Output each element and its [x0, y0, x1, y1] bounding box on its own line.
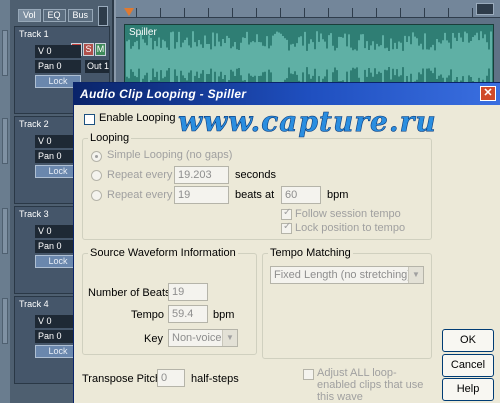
tempo-matching-select[interactable]: Fixed Length (no stretching) ▼: [270, 266, 424, 284]
ruler-tick: [256, 8, 257, 18]
dialog-titlebar[interactable]: Audio Clip Looping - Spiller ✕: [74, 83, 500, 105]
simple-looping-label: Simple Looping (no gaps): [107, 149, 233, 161]
ruler-tick: [280, 8, 281, 18]
clip-name: Spiller: [129, 27, 157, 38]
track-name: Track 2: [19, 119, 49, 129]
tab-bus[interactable]: Bus: [67, 9, 94, 22]
transpose-input[interactable]: 0: [157, 369, 185, 387]
waveform: [126, 31, 492, 87]
ruler-tick: [136, 8, 137, 18]
chevron-down-icon: ▼: [222, 330, 237, 346]
ruler-tick: [424, 8, 425, 18]
repeat-seconds-label: Repeat every: [107, 169, 173, 181]
repeat-seconds-input[interactable]: 19.203: [174, 166, 229, 184]
key-label: Key: [144, 333, 163, 345]
tab-eq[interactable]: EQ: [42, 9, 66, 22]
track-view-tabs: Vol EQ Bus: [18, 9, 94, 22]
left-strip: [0, 0, 10, 403]
panel-scroll-button[interactable]: [98, 6, 108, 26]
ruler-tick: [184, 8, 185, 18]
beats-input[interactable]: 19: [168, 283, 208, 301]
looping-group-title: Looping: [88, 132, 132, 144]
playhead-marker-icon[interactable]: [124, 8, 134, 16]
track-name: Track 3: [19, 209, 49, 219]
strip-cell: [2, 208, 8, 254]
ruler-tick: [352, 8, 353, 18]
repeat-seconds-radio[interactable]: [91, 170, 102, 181]
time-ruler[interactable]: [116, 0, 500, 18]
enable-looping-checkbox[interactable]: [84, 114, 95, 125]
tempo-input[interactable]: 59.4: [168, 305, 208, 323]
strip-cell: [2, 298, 8, 344]
repeat-beats-label: Repeat every: [107, 189, 173, 201]
transpose-label: Transpose Pitch: [82, 373, 162, 385]
beats-at-label: beats at: [235, 189, 275, 201]
beats-label: Number of Beats: [88, 287, 171, 299]
audio-clip[interactable]: Spiller: [124, 24, 494, 88]
seconds-unit: seconds: [235, 169, 276, 181]
adjust-all-label: Adjust ALL loop-enabled clips that use t…: [317, 367, 424, 403]
mute-button[interactable]: M: [95, 43, 106, 56]
follow-tempo-label: Follow session tempo: [295, 208, 401, 220]
tempo-matching-value: Fixed Length (no stretching): [274, 269, 411, 281]
output-field[interactable]: Out 1: [85, 60, 109, 73]
lock-position-checkbox[interactable]: [281, 221, 292, 234]
simple-looping-radio[interactable]: [91, 151, 102, 162]
repeat-beats-radio[interactable]: [91, 190, 102, 201]
help-button[interactable]: Help: [442, 378, 494, 401]
audio-clip-looping-dialog: Audio Clip Looping - Spiller ✕ www.captu…: [73, 82, 500, 403]
track-name: Track 4: [19, 299, 49, 309]
ruler-tick: [232, 8, 233, 18]
ruler-tick: [376, 8, 377, 18]
ruler-tick: [208, 8, 209, 18]
adjust-all-checkbox[interactable]: [303, 369, 314, 380]
chevron-down-icon: ▼: [408, 267, 423, 283]
tab-vol[interactable]: Vol: [18, 9, 41, 22]
pan-field[interactable]: Pan 0: [35, 60, 81, 73]
ruler-tick: [160, 8, 161, 18]
ruler-tick: [400, 8, 401, 18]
transpose-unit: half-steps: [191, 373, 239, 385]
watermark: www.capture.ru: [178, 105, 437, 139]
tempo-matching-title: Tempo Matching: [268, 247, 353, 259]
ruler-tick: [448, 8, 449, 18]
bpm-unit: bpm: [327, 189, 349, 201]
tempo-label: Tempo: [131, 309, 165, 321]
ruler-tick: [328, 8, 329, 18]
strip-cell: [2, 118, 8, 164]
ruler-tick: [304, 8, 305, 18]
enable-looping-label: Enable Looping: [99, 112, 176, 124]
tempo-unit: bpm: [213, 309, 235, 321]
bpm-input[interactable]: 60: [281, 186, 321, 204]
volume-field[interactable]: V 0: [35, 45, 81, 58]
close-icon[interactable]: ✕: [480, 86, 496, 101]
ok-button[interactable]: OK: [442, 329, 494, 352]
strip-cell: [2, 30, 8, 76]
ruler-tick: [472, 8, 473, 18]
track-name: Track 1: [19, 29, 49, 39]
key-select[interactable]: Non-voiced ▼: [168, 329, 238, 347]
repeat-beats-input[interactable]: 19: [174, 186, 229, 204]
solo-button[interactable]: S: [83, 43, 94, 56]
dialog-title: Audio Clip Looping - Spiller: [80, 87, 247, 101]
lock-position-label: Lock position to tempo: [295, 222, 406, 234]
cancel-button[interactable]: Cancel: [442, 354, 494, 377]
source-waveform-title: Source Waveform Information: [88, 247, 238, 259]
window-button[interactable]: [476, 3, 494, 15]
key-select-value: Non-voiced: [172, 332, 228, 344]
follow-tempo-checkbox[interactable]: [281, 207, 292, 220]
